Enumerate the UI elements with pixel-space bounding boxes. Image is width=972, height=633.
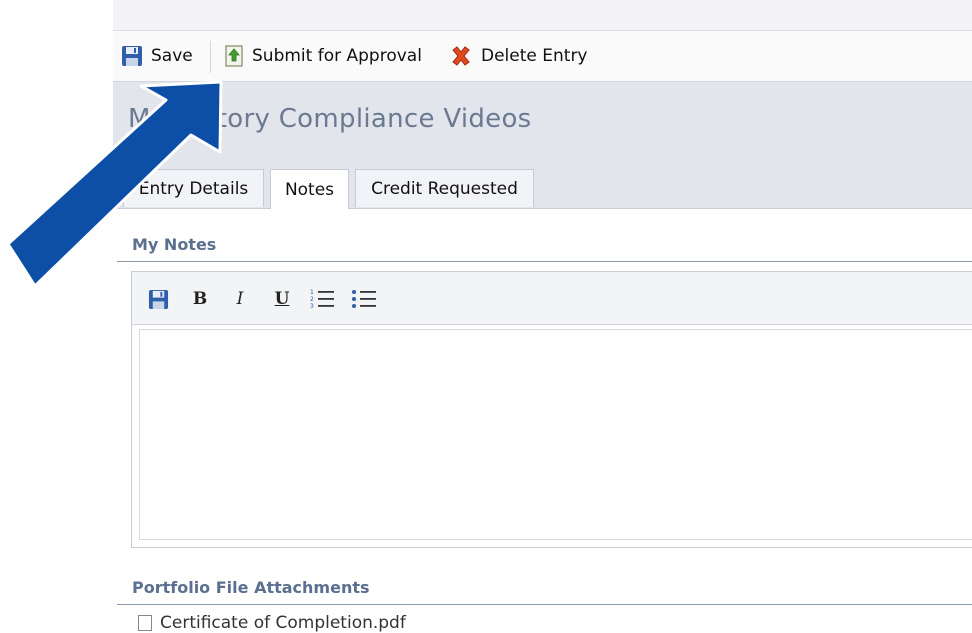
red-x-icon	[452, 46, 470, 66]
attachment-item-label: Certificate of Completion.pdf	[160, 613, 406, 633]
notes-text-area[interactable]	[139, 329, 972, 540]
attachment-item[interactable]: Certificate of Completion.pdf	[138, 613, 406, 633]
portfolio-attachments-heading: Portfolio File Attachments	[132, 578, 370, 597]
underline-icon: U	[274, 289, 290, 309]
svg-text:2: 2	[310, 296, 314, 303]
submit-label: Submit for Approval	[252, 46, 422, 66]
tab-notes[interactable]: Notes	[270, 169, 349, 209]
underline-button[interactable]: U	[271, 288, 293, 310]
attachments-divider	[117, 604, 972, 605]
delete-label: Delete Entry	[481, 46, 588, 66]
notes-editor: B I U 1 2 3	[131, 271, 972, 548]
bullet-list-button[interactable]	[351, 288, 377, 310]
ordered-list-icon: 1 2 3	[310, 289, 334, 310]
document-icon	[138, 615, 152, 631]
svg-text:1: 1	[310, 289, 314, 296]
annotation-arrow-icon	[6, 80, 223, 288]
bullet-list-icon	[352, 290, 376, 308]
delete-entry-button[interactable]: Delete Entry	[449, 44, 588, 68]
ordered-list-button[interactable]: 1 2 3	[309, 288, 335, 310]
tab-credit-requested[interactable]: Credit Requested	[355, 169, 534, 207]
svg-text:3: 3	[310, 303, 314, 310]
